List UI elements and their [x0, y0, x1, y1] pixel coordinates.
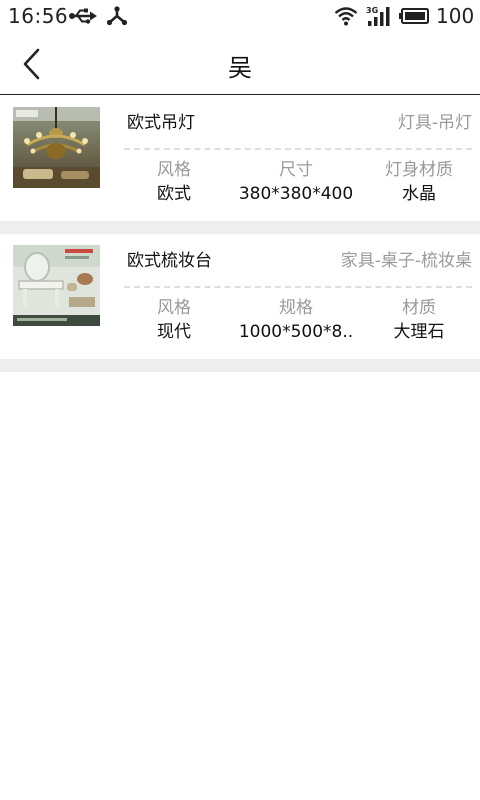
status-bar: 16:56 3G 100 [0, 0, 480, 32]
app-header: 吴 [0, 32, 480, 95]
attribute-value: 1000*500*8.. [238, 322, 354, 342]
wifi-icon [334, 6, 358, 30]
dashed-divider [124, 148, 472, 150]
attribute-label: 材质 [402, 298, 436, 318]
attribute-value: 水晶 [402, 184, 436, 204]
list-divider [0, 221, 480, 234]
product-category: 家具-桌子-梳妆桌 [340, 251, 472, 271]
attribute-style: 风格 现代 [124, 296, 224, 344]
attribute-value: 现代 [157, 322, 191, 342]
usb-icon [69, 7, 97, 29]
attribute-label: 风格 [157, 160, 191, 180]
product-name: 欧式吊灯 [127, 113, 195, 133]
attribute-spec: 规格 1000*500*8.. [236, 296, 356, 344]
attribute-label: 尺寸 [279, 160, 313, 180]
share-icon [106, 6, 128, 30]
page-title: 吴 [228, 54, 252, 82]
attribute-label: 风格 [157, 298, 191, 318]
battery-icon [399, 8, 429, 28]
product-category: 灯具-吊灯 [397, 113, 472, 133]
dashed-divider [124, 286, 472, 288]
battery-level: 100 [436, 4, 475, 28]
attribute-size: 尺寸 380*380*400 [236, 158, 356, 206]
attribute-label: 灯身材质 [385, 160, 453, 180]
attribute-material: 材质 大理石 [368, 296, 470, 344]
attribute-style: 风格 欧式 [124, 158, 224, 206]
list-divider [0, 359, 480, 372]
attribute-material: 灯身材质 水晶 [368, 158, 470, 206]
product-list: 欧式吊灯 灯具-吊灯 风格 欧式 尺寸 380*380*400 灯身材质 水晶 [0, 96, 480, 372]
signal-3g-icon: 3G [366, 5, 392, 31]
list-item[interactable]: 欧式吊灯 灯具-吊灯 风格 欧式 尺寸 380*380*400 灯身材质 水晶 [0, 96, 480, 221]
product-thumbnail-dresser [13, 245, 100, 326]
list-item[interactable]: 欧式梳妆台 家具-桌子-梳妆桌 风格 现代 规格 1000*500*8.. 材质… [0, 234, 480, 359]
status-time: 16:56 [8, 4, 69, 28]
attribute-value: 欧式 [157, 184, 191, 204]
attribute-label: 规格 [279, 298, 313, 318]
network-type-label: 3G [366, 6, 378, 15]
product-thumbnail-chandelier [13, 107, 100, 188]
attribute-value: 380*380*400 [238, 184, 354, 204]
attribute-value: 大理石 [393, 322, 445, 342]
product-name: 欧式梳妆台 [127, 251, 212, 271]
